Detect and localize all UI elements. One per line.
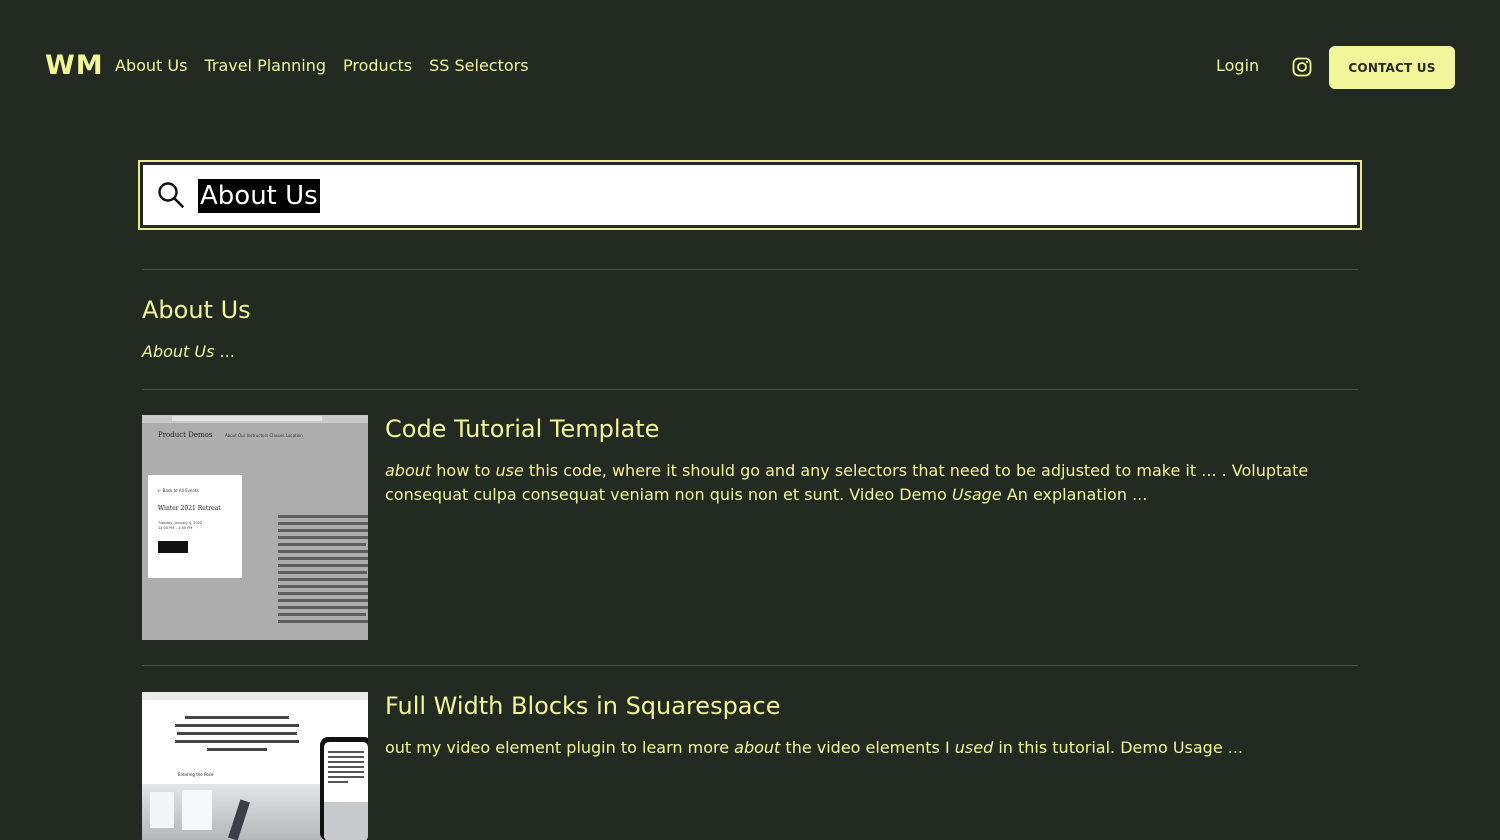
thumb-back-link: ← Back to All Events [158, 488, 199, 493]
result-thumbnail[interactable]: Entering the Pose [142, 692, 368, 840]
thumb-url-bar [172, 416, 322, 421]
nav-ss-selectors[interactable]: SS Selectors [429, 56, 528, 75]
excerpt-text: this code, where it should go and any se… [385, 461, 1309, 504]
contact-us-button[interactable]: CONTACT US [1329, 46, 1455, 89]
result-divider [142, 389, 1358, 390]
thumb-photo-window [182, 790, 212, 830]
result-title[interactable]: Code Tutorial Template [385, 415, 659, 443]
result-divider [142, 269, 1358, 270]
thumb-photo-window [150, 792, 174, 828]
main-nav: About Us Travel Planning Products SS Sel… [115, 56, 546, 75]
result-excerpt: about how to use this code, where it sho… [385, 459, 1345, 507]
nav-products[interactable]: Products [343, 56, 412, 75]
thumb-brand: Product Demos [158, 431, 213, 439]
result-excerpt: out my video element plugin to learn mor… [385, 736, 1345, 760]
thumb-menu: About Our Instructors Classes Location [225, 433, 303, 438]
result-thumbnail[interactable]: Product Demos About Our Instructors Clas… [142, 415, 368, 640]
excerpt-text: An explanation ... [1001, 485, 1148, 504]
site-logo[interactable]: WM [45, 50, 104, 81]
excerpt-text: how to [431, 461, 496, 480]
excerpt-highlight: used [954, 738, 994, 757]
excerpt-highlight: Usage [951, 485, 1002, 504]
login-link[interactable]: Login [1216, 56, 1259, 75]
search-box: About Us [138, 160, 1362, 230]
excerpt-highlight: about [734, 738, 781, 757]
instagram-icon[interactable] [1292, 57, 1312, 77]
thumb-register-button [158, 541, 188, 553]
thumb-text-block [172, 716, 302, 756]
thumb-event-date: Tuesday, January 4, 2022 12:00 PM – 1:00… [158, 521, 202, 531]
excerpt-highlight: about [385, 461, 432, 480]
excerpt-highlight: use [495, 461, 524, 480]
result-excerpt: About Us ... [142, 340, 742, 364]
thumb-phone-screen [324, 742, 368, 840]
excerpt-text: the video elements I [780, 738, 955, 757]
thumb-text-block [278, 515, 368, 627]
nav-travel-planning[interactable]: Travel Planning [204, 56, 326, 75]
site-header: WM About Us Travel Planning Products SS … [0, 0, 1500, 135]
result-title[interactable]: About Us [142, 296, 251, 324]
excerpt-text: out my video element plugin to learn mor… [385, 738, 735, 757]
thumb-caption: Entering the Pose [178, 772, 214, 777]
thumb-browser-bar [142, 415, 368, 423]
thumb-time-line: 12:00 PM – 1:00 PM [158, 526, 193, 530]
excerpt-highlight: About Us [142, 342, 215, 361]
search-icon [158, 182, 184, 208]
thumb-event-card: ← Back to All Events Winter 2021 Retreat… [148, 475, 242, 578]
nav-about-us[interactable]: About Us [115, 56, 187, 75]
search-input-value[interactable]: About Us [198, 179, 320, 213]
thumb-browser-bar [142, 692, 368, 700]
page: WM About Us Travel Planning Products SS … [0, 0, 1500, 840]
excerpt-text: in this tutorial. Demo Usage ... [993, 738, 1244, 757]
result-divider [142, 665, 1358, 666]
search-field[interactable]: About Us [143, 165, 1357, 225]
result-title[interactable]: Full Width Blocks in Squarespace [385, 692, 780, 720]
excerpt-text: ... [214, 342, 235, 361]
thumb-event-title: Winter 2021 Retreat [158, 505, 221, 512]
